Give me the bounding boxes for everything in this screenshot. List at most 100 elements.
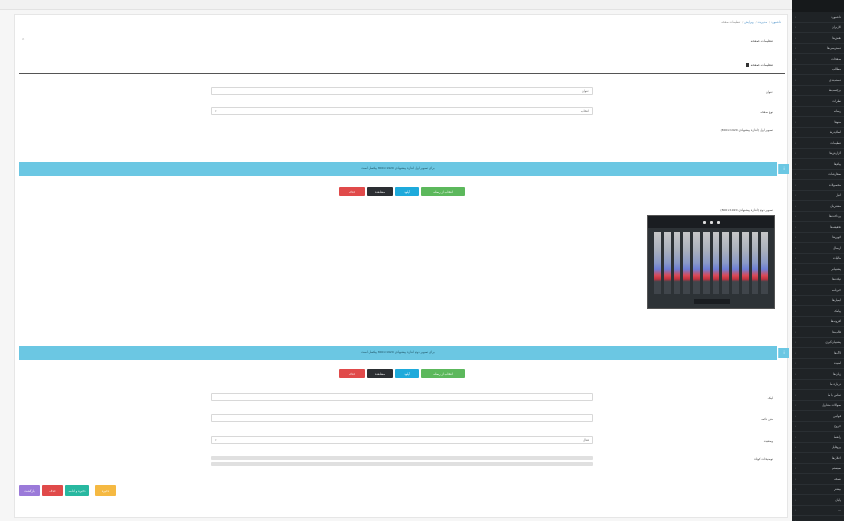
sidebar-item-label: امنیت (833, 361, 841, 366)
save-button[interactable]: ذخیره (95, 485, 116, 496)
sidebar-item[interactable]: ‹ نظرات (792, 96, 844, 107)
sidebar-item[interactable]: ‹ اسلایدرها (792, 128, 844, 138)
sidebar-item[interactable]: ‹ داشبورد (792, 12, 844, 23)
chevron-left-icon: ‹ (795, 130, 797, 135)
sidebar-item[interactable]: ‹ نقش‌ها (792, 33, 844, 44)
upload-image-button[interactable]: آپلود (395, 187, 419, 196)
preview-image-button[interactable]: مشاهده (367, 369, 393, 378)
sidebar-item[interactable]: ‹ راهنما (792, 432, 844, 443)
sidebar-item[interactable]: ‹ پشتیبان‌گیری (792, 338, 844, 348)
preview-column (654, 232, 661, 294)
status-select-value: فعال (583, 438, 589, 442)
choose-media-button[interactable]: انتخاب از رسانه (421, 369, 465, 378)
chevron-left-icon: ‹ (795, 455, 797, 460)
choose-media-button[interactable]: انتخاب از رسانه (421, 187, 465, 196)
description-textarea[interactable] (211, 456, 593, 460)
chevron-left-icon: ‹ (795, 266, 797, 271)
chevron-left-icon: ‹ (795, 182, 797, 187)
chevron-left-icon: ‹ (795, 508, 797, 513)
sidebar-item-label: پیامک (834, 308, 841, 313)
sidebar-item[interactable]: ‹ سفارشات (792, 170, 844, 180)
chevron-left-icon: ‹ (795, 98, 797, 103)
sidebar-item[interactable]: ‹ افزونه‌ها (792, 317, 844, 327)
preview-header (648, 216, 774, 228)
sidebar-item[interactable]: ‹ تماس با ما (792, 390, 844, 401)
chevron-left-icon: ‹ (795, 350, 797, 355)
main-content: داشبورد/ مدیریت/ ویرایش/ تنظیمات صفحه تن… (0, 10, 792, 521)
chevron-left-icon: ‹ (795, 46, 797, 51)
sidebar-item[interactable]: ‹ مشتریان (792, 201, 844, 212)
sidebar-item[interactable]: ‹ سوالات متداول (792, 401, 844, 411)
sidebar-item[interactable]: ‹ لاگ‌ها (792, 348, 844, 359)
save-continue-button[interactable]: ذخیره و ادامه (65, 485, 89, 496)
chevron-left-icon: ‹ (795, 466, 797, 471)
sidebar-item[interactable]: ‹ درباره ما (792, 380, 844, 390)
sidebar-item[interactable]: ‹ زبان‌ها (792, 369, 844, 380)
sidebar-item-label: دسترسی‌ها (827, 46, 841, 51)
sidebar-item[interactable]: ‹ بیشتر (792, 485, 844, 495)
sidebar-item[interactable]: ‹ پروفایل (792, 443, 844, 453)
sidebar-item[interactable]: ‹ محصولات (792, 180, 844, 191)
sidebar-item[interactable]: ‹ صفحات (792, 54, 844, 65)
link-input[interactable] (211, 393, 593, 401)
sidebar-item[interactable]: ‹ پشتیبانی (792, 264, 844, 275)
sidebar-item-label: تخفیف‌ها (830, 224, 841, 229)
sidebar-item[interactable]: ‹ پرداخت‌ها (792, 212, 844, 222)
sidebar-item-label: افزونه‌ها (830, 319, 841, 324)
sidebar-item[interactable]: ‹ پیام‌ها (792, 159, 844, 170)
sidebar-item[interactable]: ‹ دسته‌بندی (792, 75, 844, 86)
sidebar-item[interactable]: ‹ ارسال (792, 243, 844, 254)
sidebar-item[interactable]: ‹ خبرنامه (792, 285, 844, 296)
sidebar-item[interactable]: ‹ گزارش‌ها (792, 149, 844, 159)
sidebar-item[interactable]: ‹ منوها (792, 117, 844, 128)
delete-image-button[interactable]: حذف (339, 187, 365, 196)
chevron-left-icon: ‹ (795, 193, 797, 198)
sidebar-item[interactable]: ‹ دسترسی‌ها (792, 44, 844, 54)
sidebar-item[interactable]: ‹ تنظیمات (792, 138, 844, 149)
sidebar-item[interactable]: ‹ — (792, 506, 844, 516)
sidebar-item[interactable]: ‹ مالیات (792, 254, 844, 264)
sidebar-item[interactable]: ‹ قوانین (792, 411, 844, 422)
sidebar-item[interactable]: ‹ ایمیل‌ها (792, 296, 844, 306)
delete-button[interactable]: حذف (42, 485, 63, 496)
sidebar-item[interactable]: ‹ قالب‌ها (792, 327, 844, 338)
sidebar-item[interactable]: ‹ کاربران (792, 23, 844, 33)
sidebar-item[interactable]: ‹ انبار (792, 191, 844, 201)
description-textarea-line[interactable] (211, 462, 593, 466)
sidebar-item[interactable]: ‹ امنیت (792, 359, 844, 369)
sidebar-item[interactable]: ‹ رسانه (792, 107, 844, 117)
preview-column (702, 232, 710, 294)
sidebar-item[interactable]: ‹ تخفیف‌ها (792, 222, 844, 233)
sidebar-item-label: مشتریان (830, 203, 841, 208)
title-input[interactable]: عنوان (211, 87, 593, 95)
button-text-input[interactable] (211, 414, 593, 422)
sidebar-item[interactable]: ‹ — (792, 516, 844, 521)
sidebar-item[interactable]: ‹ مطالب (792, 65, 844, 75)
sidebar-item[interactable]: ‹ اعلان‌ها (792, 453, 844, 464)
sidebar-item[interactable]: ‹ پایان (792, 495, 844, 506)
preview-image-button[interactable]: مشاهده (367, 187, 393, 196)
sidebar-item[interactable]: ‹ خروج (792, 422, 844, 432)
back-button[interactable]: بازگشت (19, 485, 40, 496)
chevron-left-icon: ‹ (795, 424, 797, 429)
preview-column (741, 232, 749, 294)
page-type-select[interactable]: انتخاب ▾ (211, 107, 593, 115)
sidebar-item[interactable]: ‹ کوپن‌ها (792, 233, 844, 243)
sidebar-item[interactable]: ‹ برچسب‌ها (792, 86, 844, 96)
sidebar-item[interactable]: ‹ نسخه (792, 474, 844, 485)
collapse-icon[interactable]: ⌃ (21, 38, 25, 44)
sidebar-item-label: گزارش‌ها (829, 151, 841, 156)
sidebar-item[interactable]: ‹ سیستم (792, 464, 844, 474)
delete-image-button[interactable]: حذف (339, 369, 365, 378)
upload-image-button[interactable]: آپلود (395, 369, 419, 378)
field-label: عنوان (765, 90, 773, 94)
sidebar-item[interactable]: ‹ تیکت‌ها (792, 275, 844, 285)
breadcrumb-item[interactable]: ویرایش (744, 20, 753, 24)
sidebar-item[interactable]: ‹ پیامک (792, 306, 844, 317)
breadcrumb-item[interactable]: داشبورد (771, 20, 781, 24)
sidebar-menu: ‹ داشبورد ‹ کاربران ‹ نقش‌ها ‹ دسترسی‌ها ‹ صفحات ‹… (792, 12, 844, 521)
chevron-left-icon: ‹ (795, 161, 797, 166)
breadcrumb-item[interactable]: مدیریت (758, 20, 767, 24)
status-select[interactable]: فعال ▾ (211, 436, 593, 444)
sidebar-item-label: پرداخت‌ها (829, 214, 841, 219)
